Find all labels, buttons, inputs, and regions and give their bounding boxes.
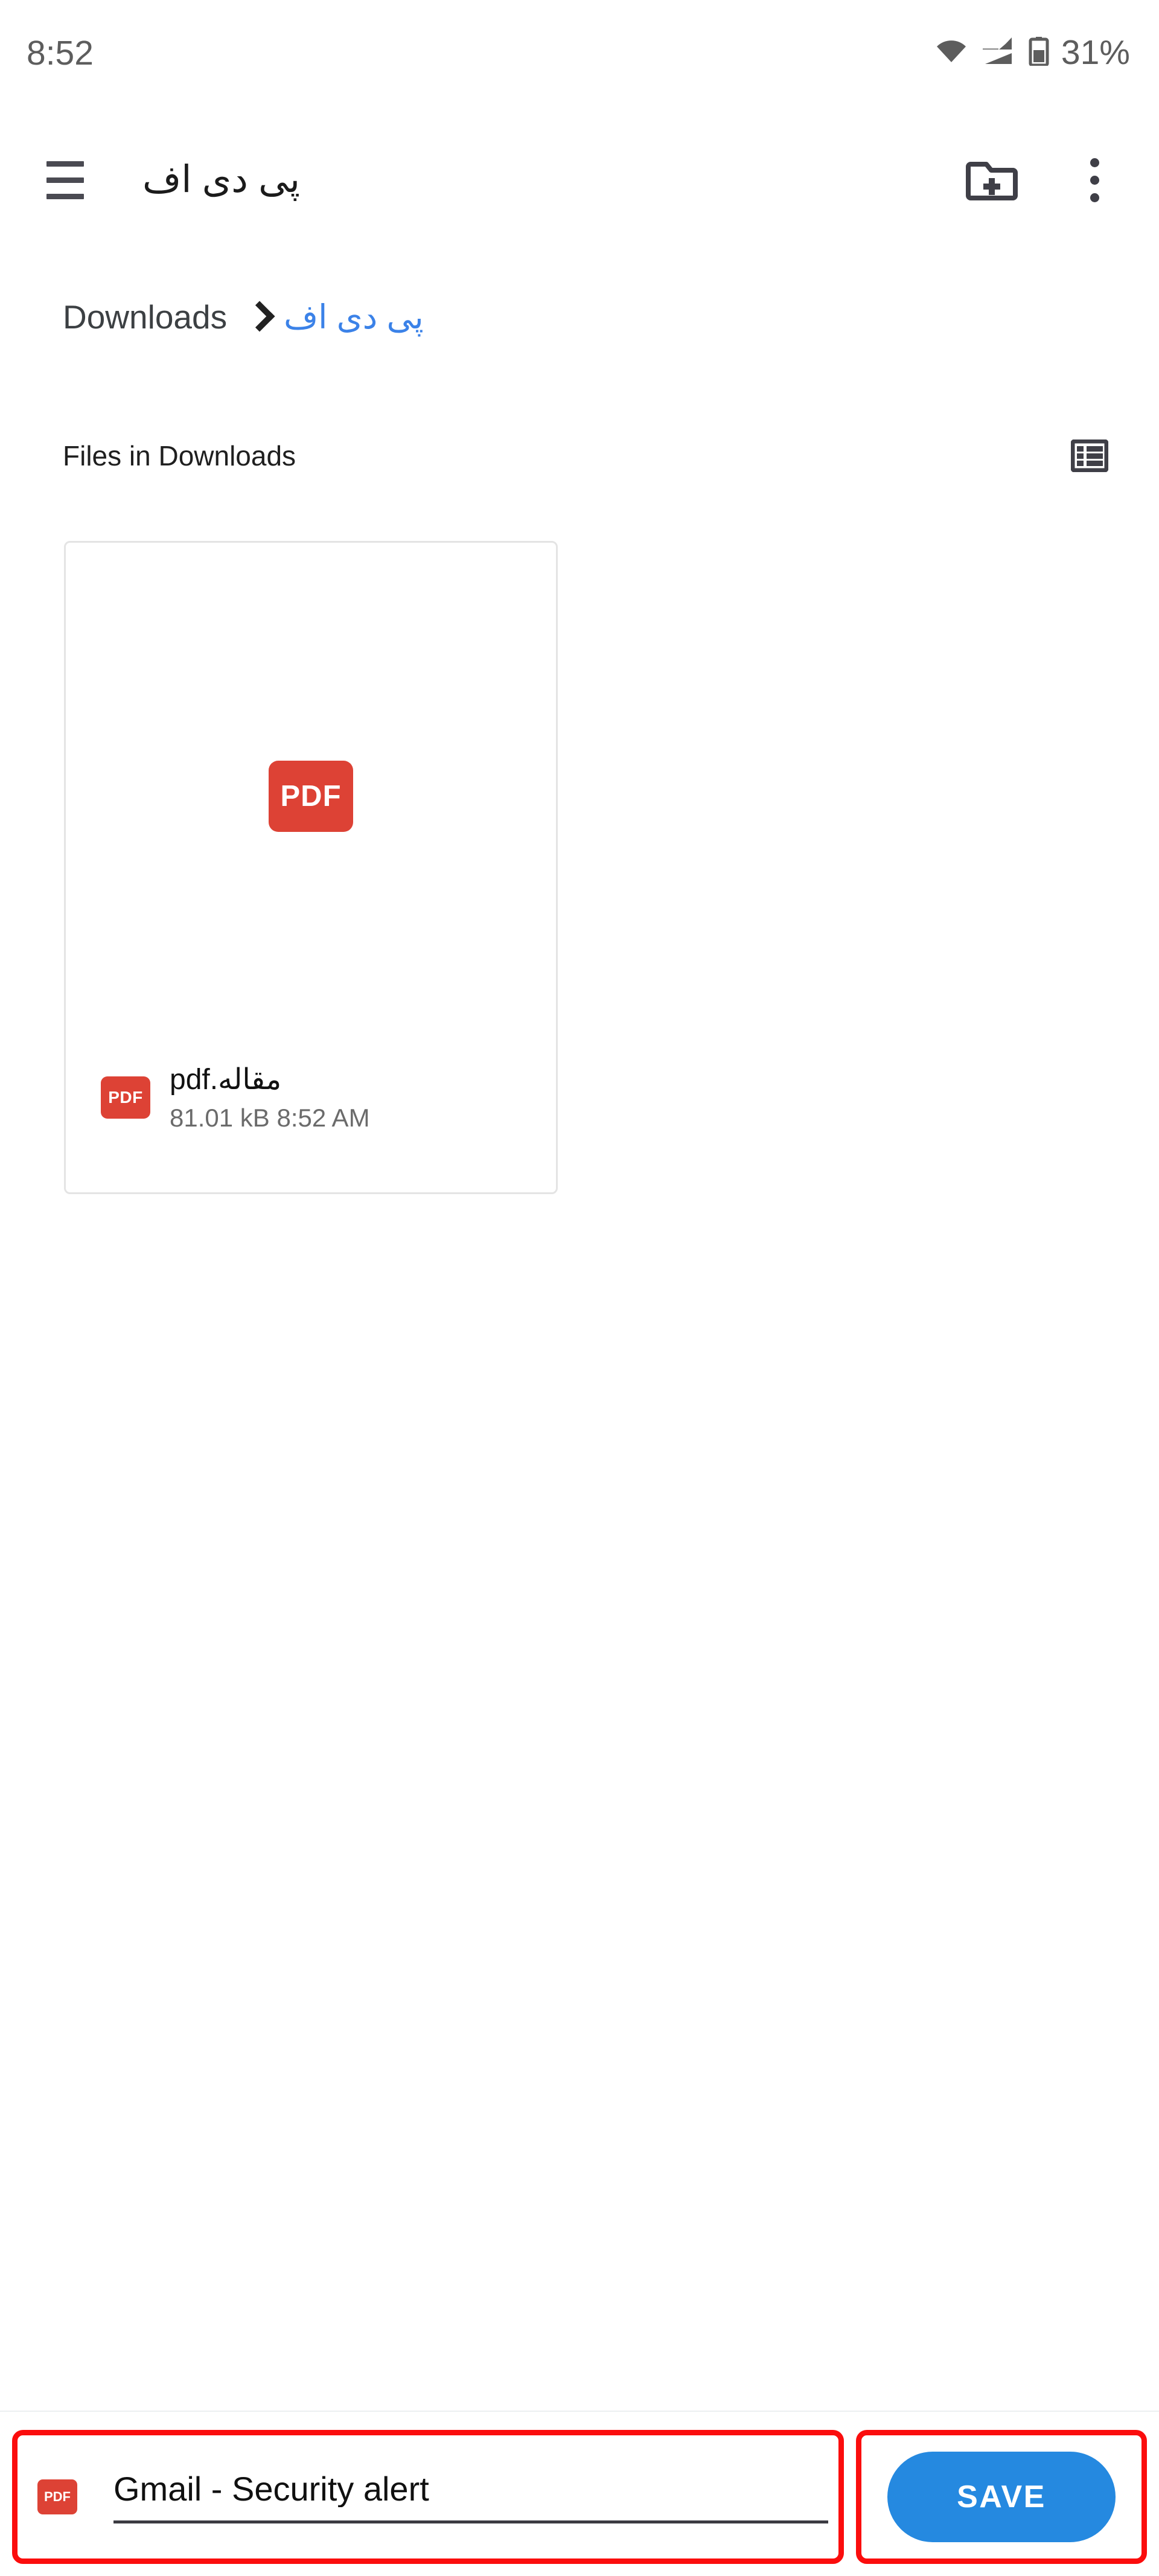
file-thumbnail: PDF	[66, 543, 556, 1050]
breadcrumb-item-downloads[interactable]: Downloads	[63, 300, 227, 334]
status-indicators: 31%	[936, 33, 1130, 70]
create-new-folder-icon[interactable]	[959, 147, 1025, 213]
save-bar: PDF SAVE	[0, 2412, 1159, 2576]
file-subtitle-label: 81.01 kB 8:52 AM	[170, 1104, 370, 1133]
file-name-label: مقاله.pdf	[170, 1064, 282, 1096]
pdf-file-icon: PDF	[269, 761, 353, 832]
pdf-thumbnail-label: PDF	[280, 779, 342, 813]
battery-icon	[1029, 36, 1049, 69]
annotation-box-filename	[12, 2430, 844, 2564]
list-view-icon[interactable]	[1056, 423, 1123, 489]
files-section-title: Files in Downloads	[63, 440, 296, 471]
app-screen: 8:52 31% پی دی اف Downloads پی دی اف Fil…	[0, 0, 1159, 2576]
pdf-file-icon-small: PDF	[101, 1076, 150, 1119]
annotation-box-save	[856, 2430, 1147, 2564]
app-bar: پی دی اف	[0, 126, 1159, 234]
file-meta-text: مقاله.pdf 81.01 kB 8:52 AM	[170, 1063, 370, 1134]
status-clock: 8:52	[27, 33, 94, 72]
page-title: پی دی اف	[142, 159, 301, 200]
breadcrumb-item-current[interactable]: پی دی اف	[284, 300, 424, 334]
pdf-badge-label: PDF	[108, 1088, 143, 1107]
hamburger-menu-icon[interactable]	[29, 144, 101, 216]
app-bar-actions	[959, 147, 1128, 213]
cellular-signal-icon	[982, 37, 1013, 68]
battery-percent-label: 31%	[1061, 33, 1130, 72]
wifi-icon	[936, 39, 967, 66]
file-card[interactable]: PDF PDF مقاله.pdf 81.01 kB 8:52 AM	[64, 541, 558, 1194]
status-bar: 8:52 31%	[0, 0, 1159, 103]
more-options-icon[interactable]	[1061, 147, 1128, 213]
section-header: Files in Downloads	[0, 423, 1159, 489]
file-meta: PDF مقاله.pdf 81.01 kB 8:52 AM	[66, 1050, 556, 1192]
chevron-right-icon	[247, 303, 263, 331]
breadcrumb: Downloads پی دی اف	[0, 284, 1159, 350]
